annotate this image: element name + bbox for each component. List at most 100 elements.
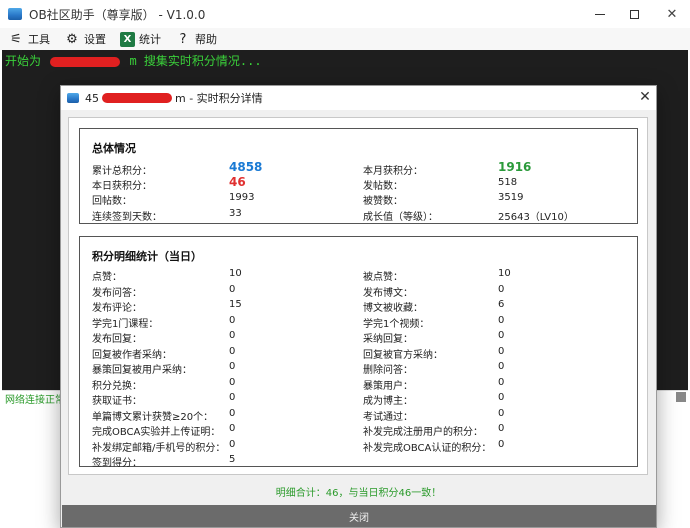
detail-row: 点赞： 10 被点赞： 10 <box>80 268 637 283</box>
detail-right-label: 补发完成OBCA认证的积分： <box>363 442 492 454</box>
menu-tools-label: 工具 <box>28 33 50 46</box>
overview-right-label: 被赞数： <box>363 196 403 207</box>
overview-right-value: 518 <box>498 177 518 188</box>
detail-right-value: 10 <box>498 268 511 279</box>
close-icon: ✕ <box>666 6 678 22</box>
menu-settings-label: 设置 <box>84 33 106 46</box>
excel-icon: X <box>120 31 135 47</box>
detail-right-value: 0 <box>498 361 505 372</box>
dialog-title-suffix: m - 实时积分详情 <box>175 92 263 105</box>
overview-right-value: 3519 <box>498 192 524 203</box>
dialog-title: 45 m - 实时积分详情 <box>85 90 263 106</box>
overview-row: 本日获积分： 46 发帖数： 518 <box>80 175 637 192</box>
detail-right-label: 被点赞： <box>363 272 403 283</box>
detail-right-label: 考试通过： <box>363 411 413 423</box>
detail-left-value: 5 <box>229 454 236 465</box>
detail-row: 单篇博文累计获赞≥20个： 0 考试通过： 0 <box>80 407 637 423</box>
overview-row: 累计总积分： 4858 本月获积分： 1916 <box>80 160 637 177</box>
tools-icon: ⚟ <box>10 31 22 47</box>
detail-row: 积分兑换： 0 暴策用户： 0 <box>80 376 637 392</box>
detail-right-label: 发布博文： <box>363 287 413 299</box>
detail-left-value: 0 <box>229 283 236 295</box>
detail-left-label: 暴策回复被用户采纳： <box>92 365 192 376</box>
main-titlebar: OB社区助手（尊享版） - V1.0.0 ✕ <box>0 0 690 28</box>
detail-right-value: 0 <box>498 423 505 434</box>
console-suffix: m 搜集实时积分情况... <box>129 54 262 68</box>
detail-left-label: 学完1门课程： <box>92 318 159 330</box>
detail-title: 积分明细统计（当日） <box>92 250 202 263</box>
overview-left-value: 4858 <box>229 160 263 174</box>
detail-left-label: 发布评论： <box>92 303 142 314</box>
dialog-body: 总体情况 累计总积分： 4858 本月获积分： 1916 本日获积分： 46 发帖数： 518… <box>68 117 648 475</box>
detail-row: 发布评论： 15 博文被收藏： 6 <box>80 299 637 314</box>
network-status: 网络连接正常 <box>5 395 65 406</box>
detail-left-value: 0 <box>229 392 236 403</box>
detail-row: 完成OBCA实验并上传证明： 0 补发完成注册用户的积分： 0 <box>80 423 637 438</box>
overview-title: 总体情况 <box>92 142 136 155</box>
menu-help-label: 帮助 <box>195 33 217 46</box>
detail-left-value: 0 <box>229 330 236 341</box>
detail-right-value: 0 <box>498 283 505 295</box>
close-window-button[interactable]: ✕ <box>652 0 690 28</box>
detail-left-label: 单篇博文累计获赞≥20个： <box>92 411 214 423</box>
detail-left-label: 点赞： <box>92 272 122 283</box>
detail-right-value: 0 <box>498 438 505 450</box>
detail-right-value: 0 <box>498 314 505 326</box>
detail-left-label: 补发绑定邮箱/手机号的积分： <box>92 442 226 454</box>
detail-row: 暴策回复被用户采纳： 0 删除问答： 0 <box>80 361 637 376</box>
dialog-app-icon <box>67 93 79 103</box>
menu-statistics[interactable]: X 统计 <box>120 29 161 49</box>
detail-row: 获取证书： 0 成为博主： 0 <box>80 392 637 407</box>
gear-icon: ⚙ <box>66 31 78 47</box>
detail-right-label: 暴策用户： <box>363 380 413 392</box>
detail-group: 积分明细统计（当日） 点赞： 10 被点赞： 10 发布问答： 0 发布博文： 0 发布评论： 1… <box>79 236 638 469</box>
overview-row: 回帖数： 1993 被赞数： 3519 <box>80 190 637 207</box>
overview-right-value: 25643（LV10） <box>498 212 574 223</box>
app-icon <box>8 8 22 20</box>
detail-left-value: 0 <box>229 314 236 326</box>
redaction-mark <box>50 56 121 67</box>
detail-right-label: 学完1个视频： <box>363 318 430 330</box>
close-button[interactable]: 关闭 <box>62 505 656 527</box>
detail-right-value: 0 <box>498 407 505 419</box>
detail-left-label: 获取证书： <box>92 396 142 407</box>
dialog-titlebar: 45 m - 实时积分详情 ✕ <box>61 86 656 110</box>
dialog-close-x-button[interactable]: ✕ <box>636 88 654 106</box>
detail-right-value: 0 <box>498 392 505 403</box>
detail-right-label: 补发完成注册用户的积分： <box>363 427 483 438</box>
overview-left-value: 46 <box>229 175 246 189</box>
detail-row: 补发绑定邮箱/手机号的积分： 0 补发完成OBCA认证的积分： 0 <box>80 438 637 454</box>
detail-left-value: 0 <box>229 438 236 450</box>
detail-left-label: 发布问答： <box>92 287 142 299</box>
main-window-title: OB社区助手（尊享版） - V1.0.0 <box>29 7 206 22</box>
detail-right-label: 博文被收藏： <box>363 303 423 314</box>
detail-row: 发布问答： 0 发布博文： 0 <box>80 283 637 299</box>
detail-left-label: 回复被作者采纳： <box>92 349 172 361</box>
detail-left-label: 积分兑换： <box>92 380 142 392</box>
menu-settings[interactable]: ⚙ 设置 <box>64 29 106 49</box>
help-icon: ? <box>179 31 187 47</box>
detail-left-value: 0 <box>229 423 236 434</box>
scroll-handle[interactable] <box>676 392 686 402</box>
overview-row: 连续签到天数： 33 成长值（等级）： 25643（LV10） <box>80 206 637 223</box>
overview-right-label: 成长值（等级）： <box>363 212 438 223</box>
detail-right-value: 0 <box>498 376 505 388</box>
detail-left-label: 发布回复： <box>92 334 142 345</box>
detail-left-value: 0 <box>229 345 236 357</box>
detail-right-label: 采纳回复： <box>363 334 413 345</box>
console-prefix: 开始为 <box>5 54 42 68</box>
detail-row: 回复被作者采纳： 0 回复被官方采纳： 0 <box>80 345 637 361</box>
menu-tools[interactable]: ⚟ 工具 <box>8 29 50 49</box>
detail-left-value: 15 <box>229 299 242 310</box>
console-line: 开始为 m 搜集实时积分情况... <box>5 52 262 69</box>
summary-text: 明细合计：46，与当日积分46一致！ <box>275 488 442 499</box>
maximize-button[interactable] <box>614 0 654 28</box>
overview-group: 总体情况 累计总积分： 4858 本月获积分： 1916 本日获积分： 46 发帖数： 518… <box>79 128 638 224</box>
points-detail-dialog: 45 m - 实时积分详情 ✕ 总体情况 累计总积分： 4858 本月获积分： 191… <box>60 85 657 528</box>
menu-help[interactable]: ? 帮助 <box>175 29 217 49</box>
menubar: ⚟ 工具 ⚙ 设置 X 统计 ? 帮助 <box>0 28 690 50</box>
detail-left-value: 0 <box>229 361 236 372</box>
overview-left-label: 回帖数： <box>92 196 132 207</box>
detail-left-value: 0 <box>229 376 236 388</box>
detail-left-value: 0 <box>229 407 236 419</box>
